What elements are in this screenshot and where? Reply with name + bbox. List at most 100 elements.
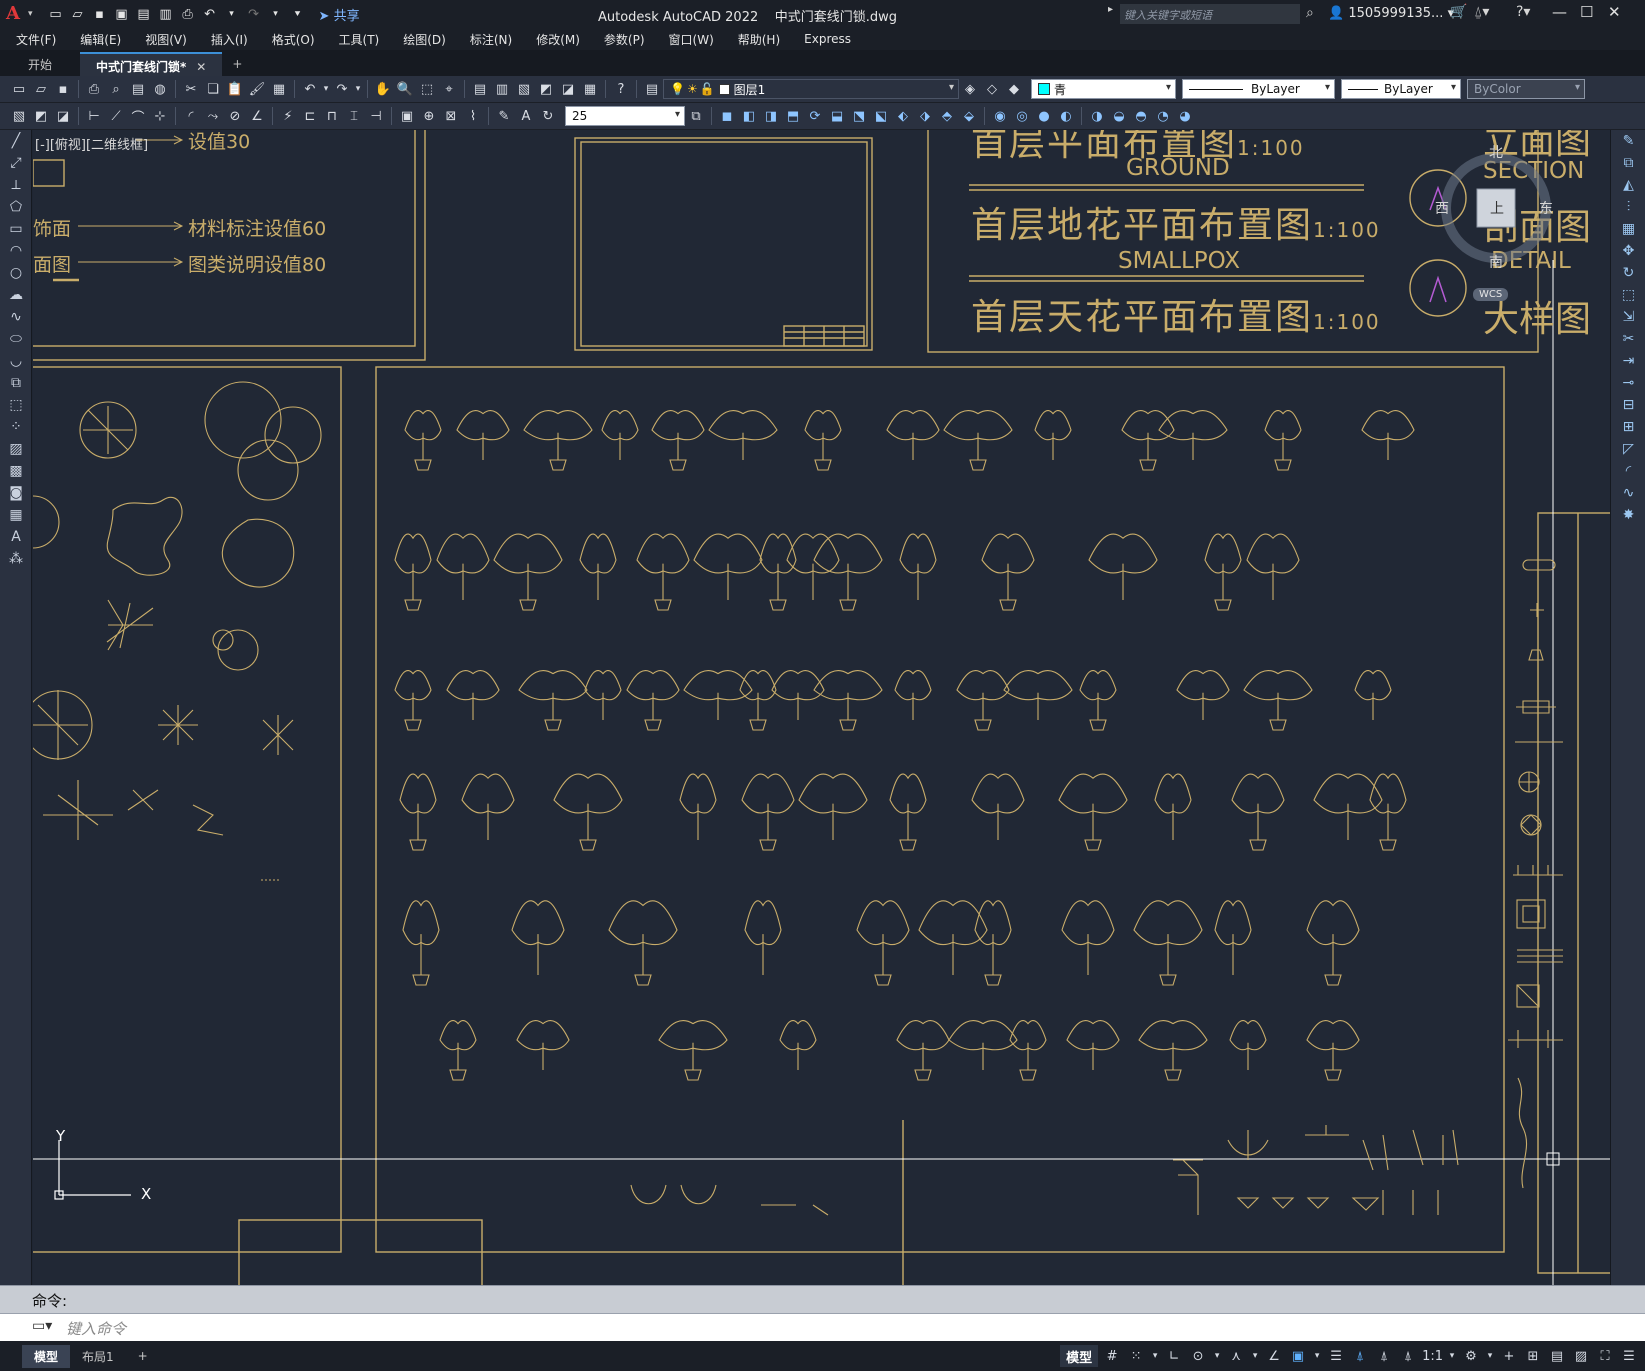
quick-properties-icon[interactable]: ▤: [1547, 1345, 1567, 1367]
snap-icon[interactable]: ⁙: [1126, 1345, 1146, 1367]
design-center-icon[interactable]: ▥: [491, 79, 513, 99]
make-block-icon[interactable]: ⬚: [0, 394, 32, 416]
chevron-down-icon[interactable]: ▾: [1250, 1345, 1260, 1367]
dimension-update-icon[interactable]: ↻: [537, 106, 559, 126]
pan-icon[interactable]: ✋: [372, 79, 394, 99]
materials-icon[interactable]: ◎: [1011, 106, 1033, 126]
app-menu-chevron-icon[interactable]: ▾: [28, 9, 33, 19]
walk-icon[interactable]: ◓: [1130, 106, 1152, 126]
close-window-icon[interactable]: ✕: [1608, 3, 1621, 21]
model-space-toggle[interactable]: 模型: [1060, 1345, 1099, 1367]
tab-close-icon[interactable]: ✕: [196, 60, 206, 74]
lineweight-dropdown[interactable]: ByLayer ▾: [1341, 79, 1461, 99]
cut-icon[interactable]: ✂: [180, 79, 202, 99]
chevron-down-icon[interactable]: ▾: [1447, 1345, 1457, 1367]
stretch-icon[interactable]: ⇲: [1611, 306, 1645, 328]
dimension-text-edit-icon[interactable]: A: [515, 106, 537, 126]
orbit-icon[interactable]: ◒: [1108, 106, 1130, 126]
sheet-set-icon[interactable]: ◩: [535, 79, 557, 99]
layer-properties-icon[interactable]: ▤: [641, 79, 663, 99]
help-icon[interactable]: ?▾: [1516, 4, 1530, 20]
point-icon[interactable]: ⁘: [0, 416, 32, 438]
viewcube-north[interactable]: 北: [1489, 142, 1503, 162]
subtract-icon[interactable]: ◨: [760, 106, 782, 126]
viewcube-east[interactable]: 东: [1539, 198, 1553, 218]
menu-parametric[interactable]: 参数(P): [604, 31, 645, 48]
wcs-menu[interactable]: WCS: [1473, 288, 1509, 301]
ellipse-arc-icon[interactable]: ◡: [0, 350, 32, 372]
autodesk-app-icon[interactable]: ⍙▾: [1474, 4, 1489, 20]
save-icon[interactable]: ▪: [91, 5, 109, 23]
fillet-icon[interactable]: ◜: [1611, 460, 1645, 482]
auto-scale-icon[interactable]: ⍋: [1374, 1345, 1394, 1367]
revolve-icon[interactable]: ⟳: [804, 106, 826, 126]
linear-dimension-icon[interactable]: ⊢: [83, 106, 105, 126]
properties-icon[interactable]: ▤: [469, 79, 491, 99]
plus-icon[interactable]: +: [1499, 1345, 1519, 1367]
search-icon[interactable]: ⌕: [1306, 5, 1314, 21]
menu-tools[interactable]: 工具(T): [339, 31, 380, 48]
move-icon[interactable]: ✥: [1611, 240, 1645, 262]
visual-style-icon[interactable]: ◑: [1086, 106, 1108, 126]
workspace-gear-icon[interactable]: ⚙: [1461, 1345, 1481, 1367]
continue-icon[interactable]: ⊓: [321, 106, 343, 126]
export-icon[interactable]: ▥: [157, 5, 175, 23]
section-icon[interactable]: ⬔: [848, 106, 870, 126]
add-layout-button[interactable]: +: [126, 1346, 160, 1366]
save-as-icon[interactable]: ▣: [113, 5, 131, 23]
viewcube-west[interactable]: 西: [1435, 198, 1449, 218]
plot-icon[interactable]: ⎙: [179, 5, 197, 23]
jogged-icon[interactable]: ⤳: [202, 106, 224, 126]
redo-icon[interactable]: ↷: [245, 5, 263, 23]
copy-icon[interactable]: ❏: [202, 79, 224, 99]
center-mark-icon[interactable]: ⊕: [418, 106, 440, 126]
zoom-previous-icon[interactable]: ⌖: [438, 79, 460, 99]
menu-window[interactable]: 窗口(W): [669, 31, 714, 48]
menu-view[interactable]: 视图(V): [145, 31, 187, 48]
tab-layout1[interactable]: 布局1: [70, 1345, 126, 1368]
object-snap-icon[interactable]: ▣: [1288, 1345, 1308, 1367]
menu-format[interactable]: 格式(O): [272, 31, 315, 48]
scale-icon[interactable]: ⬚: [1611, 284, 1645, 306]
gradient-icon[interactable]: ▩: [0, 460, 32, 482]
arc-icon[interactable]: ◠: [0, 240, 32, 262]
jogged-linear-icon[interactable]: ⌇: [462, 106, 484, 126]
menu-insert[interactable]: 插入(I): [211, 31, 248, 48]
dimension-break-icon[interactable]: ⊣: [365, 106, 387, 126]
dim-scale-input[interactable]: 25 ▾: [565, 106, 685, 126]
aligned-dimension-icon[interactable]: ⟋: [105, 106, 127, 126]
table-icon[interactable]: ▦: [0, 504, 32, 526]
open-file-icon[interactable]: ▱: [69, 5, 87, 23]
erase-icon[interactable]: ✎: [1611, 130, 1645, 152]
chevron-down-icon[interactable]: ▾: [1212, 1345, 1222, 1367]
layer-previous-icon[interactable]: ◇: [981, 79, 1003, 99]
command-input[interactable]: ▭▾ 键入命令: [0, 1313, 1645, 1341]
menu-edit[interactable]: 编辑(E): [80, 31, 121, 48]
drawing-canvas[interactable]: [-][俯视][二维线框] 设值30 饰面 材料标注设值60 面图 图类说明设值…: [33, 130, 1610, 1285]
help-search-input[interactable]: 键入关键字或短语: [1120, 4, 1300, 24]
undo-dropdown-icon[interactable]: ▾: [321, 79, 331, 99]
plot-icon[interactable]: ⎙: [83, 79, 105, 99]
user-account[interactable]: 👤 1505999135... ▾: [1328, 6, 1454, 21]
tolerance-icon[interactable]: ▣: [396, 106, 418, 126]
rotate-icon[interactable]: ↻: [1611, 262, 1645, 284]
inspection-icon[interactable]: ⊠: [440, 106, 462, 126]
viewcube[interactable]: 北 南 东 西 上 WCS: [1431, 140, 1561, 320]
autocad-logo-icon[interactable]: A: [6, 3, 28, 25]
polyline-icon[interactable]: ⟂: [0, 174, 32, 196]
extrude-icon[interactable]: ⬒: [782, 106, 804, 126]
new-tab-button[interactable]: +: [232, 57, 242, 76]
quick-dimension-icon[interactable]: ⚡: [277, 106, 299, 126]
array-icon[interactable]: ▦: [1611, 218, 1645, 240]
linetype-dropdown[interactable]: ByLayer ▾: [1182, 79, 1335, 99]
join-icon[interactable]: ⊞: [1611, 416, 1645, 438]
tab-model[interactable]: 模型: [22, 1344, 71, 1368]
tab-start[interactable]: 开始: [12, 52, 68, 76]
zoom-realtime-icon[interactable]: 🔍: [394, 79, 416, 99]
dimension-edit-icon[interactable]: ✎: [493, 106, 515, 126]
radius-icon[interactable]: ◜: [180, 106, 202, 126]
viewcube-south[interactable]: 南: [1489, 252, 1503, 272]
chevron-down-icon[interactable]: ▾: [1150, 1345, 1160, 1367]
ellipse-icon[interactable]: ⬭: [0, 328, 32, 350]
mirror-3d-icon[interactable]: ⬙: [958, 106, 980, 126]
